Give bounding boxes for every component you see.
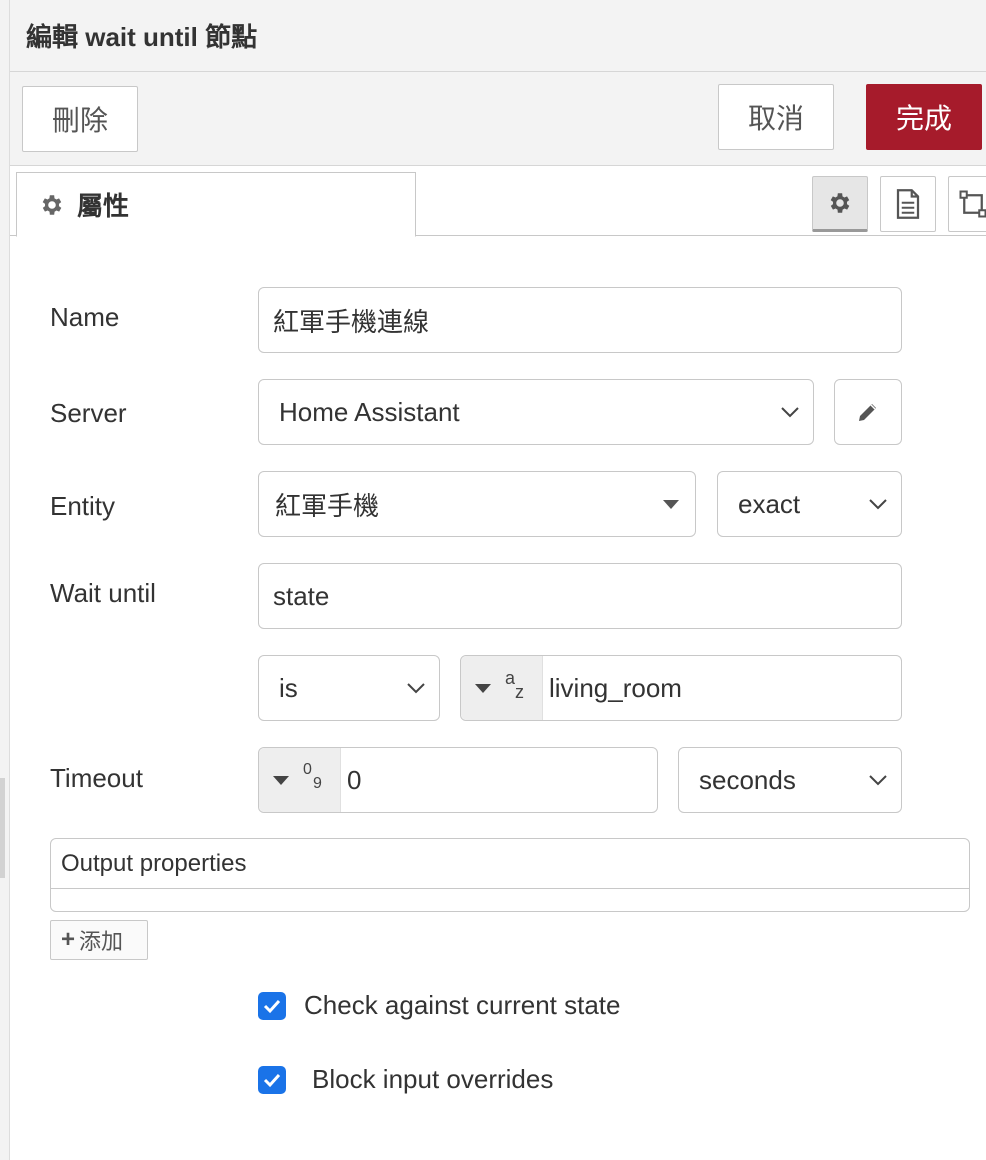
caret-down-icon [273, 775, 289, 785]
entity-select[interactable]: 紅軍手機 [258, 471, 696, 537]
chevron-down-icon [407, 683, 425, 694]
name-input[interactable]: 紅軍手機連線 [258, 287, 902, 353]
chevron-down-icon [869, 499, 887, 510]
left-resize-strip [0, 0, 10, 1160]
wait-until-property-input[interactable]: state [258, 563, 902, 629]
wait-until-label: Wait until [50, 578, 156, 608]
edit-node-panel: 編輯 wait until 節點 刪除 取消 完成 屬性 Name 紅軍手機連線… [0, 0, 986, 1160]
number-type-button[interactable]: 09 [259, 748, 341, 812]
string-type-icon: az [505, 668, 524, 702]
entity-value: 紅軍手機 [275, 490, 380, 521]
block-input-overrides-checkbox[interactable] [258, 1065, 286, 1094]
entity-match-select[interactable]: exact [717, 471, 902, 537]
pencil-icon [859, 404, 876, 421]
check-current-state-row: Check against current state [258, 990, 621, 1021]
tab-properties-icon-button[interactable] [812, 176, 868, 232]
wait-until-value-input[interactable]: az living_room [460, 655, 902, 721]
resize-handle[interactable] [0, 778, 5, 878]
output-properties-list: Output properties [50, 838, 970, 912]
output-properties-header: Output properties [51, 839, 969, 889]
appearance-icon [959, 190, 986, 218]
server-select[interactable]: Home Assistant [258, 379, 814, 445]
number-type-icon: 09 [303, 761, 322, 792]
done-button[interactable]: 完成 [866, 84, 982, 150]
checkmark-icon [263, 999, 281, 1013]
timeout-units-value: seconds [699, 764, 796, 795]
caret-down-icon [475, 683, 491, 693]
string-type-button[interactable]: az [461, 656, 543, 720]
tab-properties-label: 屬性 [77, 191, 130, 221]
comparator-value: is [279, 672, 298, 703]
server-value: Home Assistant [279, 396, 460, 427]
add-button-label: 添加 [79, 929, 124, 954]
checkmark-icon [263, 1073, 281, 1087]
timeout-value: 0 [347, 764, 362, 795]
chevron-down-icon [869, 775, 887, 786]
timeout-label: Timeout [50, 763, 143, 793]
name-label: Name [50, 302, 120, 332]
block-input-overrides-row: Block input overrides [258, 1064, 553, 1095]
timeout-units-select[interactable]: seconds [678, 747, 902, 813]
wait-until-value: living_room [549, 672, 682, 703]
check-current-state-label: Check against current state [304, 990, 621, 1020]
cancel-button[interactable]: 取消 [718, 84, 834, 150]
timeout-input[interactable]: 09 0 [258, 747, 658, 813]
chevron-down-icon [781, 407, 799, 418]
delete-button[interactable]: 刪除 [22, 86, 138, 152]
tab-properties[interactable]: 屬性 [16, 172, 416, 237]
gear-icon [42, 194, 62, 215]
add-output-property-button[interactable]: + 添加 [50, 920, 148, 960]
comparator-select[interactable]: is [258, 655, 440, 721]
button-tray: 刪除 取消 完成 [10, 72, 986, 166]
tab-bar: 屬性 [10, 166, 986, 237]
check-current-state-checkbox[interactable] [258, 991, 286, 1020]
gear-icon [830, 193, 850, 213]
dialog-title-text: 編輯 wait until 節點 [26, 22, 258, 52]
entity-label: Entity [50, 491, 116, 521]
plus-icon: + [61, 926, 76, 953]
server-label: Server [50, 398, 127, 428]
document-icon [896, 189, 920, 219]
wait-until-property-value: state [273, 580, 330, 611]
block-input-overrides-label: Block input overrides [312, 1064, 554, 1094]
name-value: 紅軍手機連線 [273, 306, 430, 337]
dialog-title: 編輯 wait until 節點 [10, 0, 986, 72]
caret-down-icon [663, 499, 679, 509]
tab-description-button[interactable] [880, 176, 936, 232]
tab-appearance-button[interactable] [948, 176, 986, 232]
entity-match-value: exact [738, 488, 801, 519]
edit-server-button[interactable] [834, 379, 902, 445]
